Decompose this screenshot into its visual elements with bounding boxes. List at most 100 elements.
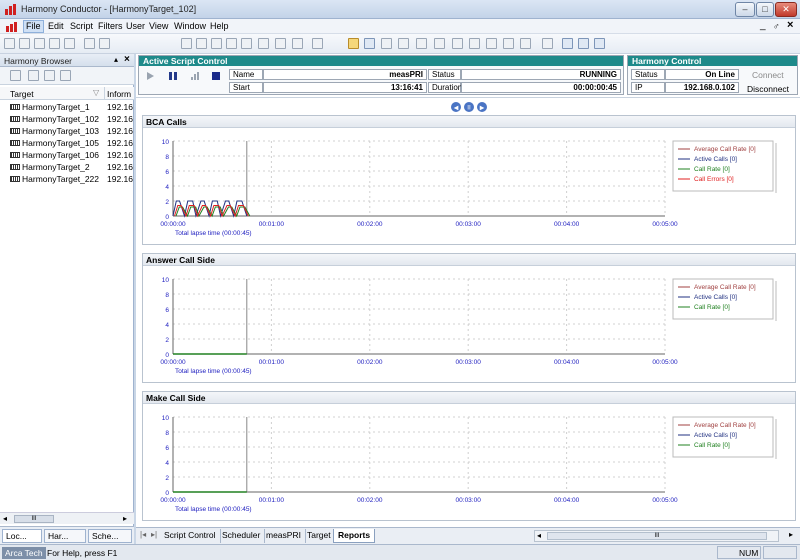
tool-5-icon[interactable]	[241, 38, 252, 49]
tab-scroll-right-icon[interactable]: ▸|	[151, 530, 157, 539]
mdi-minimize-button[interactable]: _	[760, 20, 766, 31]
target-row[interactable]: HarmonyTarget_102 192.16	[0, 113, 134, 125]
tool-3-icon[interactable]	[211, 38, 222, 49]
column-info[interactable]: Inform	[107, 89, 131, 99]
tool-18-icon[interactable]	[542, 38, 553, 49]
menu-window[interactable]: Window	[172, 21, 208, 32]
browse-tool-3-icon[interactable]	[44, 70, 55, 81]
mdi-restore-button[interactable]: ♂	[773, 21, 780, 31]
harmony-browser-title: Harmony Browser	[4, 56, 73, 66]
tool-14-icon[interactable]	[469, 38, 480, 49]
tab-local[interactable]: Loc...	[2, 529, 42, 543]
tool-9-icon[interactable]	[312, 38, 323, 49]
open-folder-icon[interactable]	[348, 38, 359, 49]
tool-15-icon[interactable]	[486, 38, 497, 49]
y-tick-label: 6	[165, 445, 169, 452]
bca-calls-chart: 0 2 4 6 8 10 00:00:00 00:01:00 00:02:00 00:03:00 0…	[160, 139, 777, 237]
browse-tool-1-icon[interactable]	[10, 70, 21, 81]
tab-scheduler[interactable]: Scheduler	[218, 529, 266, 543]
harmony-browser-panel: Harmony Browser ▴ × Target ▽ Inform Harm…	[0, 54, 134, 544]
tool-16-icon[interactable]	[503, 38, 514, 49]
legend-label: Call Errors [0]	[694, 176, 734, 183]
mdi-close-button[interactable]: ×	[787, 19, 793, 31]
sync-icon[interactable]	[364, 38, 375, 49]
legend-label: Call Rate [0]	[694, 304, 730, 311]
tool-4-icon[interactable]	[226, 38, 237, 49]
x-tick-label: 00:01:00	[259, 359, 285, 366]
target-row[interactable]: HarmonyTarget_1 192.16	[0, 101, 134, 113]
tab-scheduler[interactable]: Sche...	[88, 529, 132, 543]
legend-label: Average Call Rate [0]	[694, 422, 756, 429]
legend-label: Active Calls [0]	[694, 294, 737, 301]
scroll-right-icon[interactable]: ▸	[123, 514, 127, 523]
tab-measpri[interactable]: measPRI	[262, 529, 306, 543]
properties-icon[interactable]	[64, 38, 75, 49]
pin-icon[interactable]: ▴	[114, 55, 118, 64]
connect-button[interactable]: Connect	[752, 70, 784, 80]
status-bar: Arca Tech For Help, press F1 NUM	[0, 544, 800, 560]
target-row[interactable]: HarmonyTarget_105 192.16	[0, 137, 134, 149]
menu-edit[interactable]: Edit	[46, 21, 66, 32]
menu-user[interactable]: User	[124, 21, 147, 32]
left-horizontal-scrollbar[interactable]: ◂ III ▸	[0, 512, 134, 524]
layout-1-icon[interactable]	[562, 38, 573, 49]
tab-harmony[interactable]: Har...	[44, 529, 86, 543]
menu-view[interactable]: View	[147, 21, 170, 32]
target-row[interactable]: HarmonyTarget_103 192.16	[0, 125, 134, 137]
hscroll-right-icon[interactable]: ▸	[789, 530, 793, 539]
hscroll-left-icon[interactable]: ◂	[537, 531, 541, 540]
mdi-app-icon[interactable]	[6, 22, 18, 32]
hscroll-thumb[interactable]: III	[547, 532, 767, 540]
browse-tool-4-icon[interactable]	[60, 70, 71, 81]
maximize-button[interactable]: □	[756, 2, 774, 17]
tab-scroll-left-icon[interactable]: |◂	[140, 530, 146, 539]
tool-10-icon[interactable]	[381, 38, 392, 49]
panel-close-icon[interactable]: ×	[124, 54, 130, 65]
tool-1-icon[interactable]	[181, 38, 192, 49]
layout-3-icon[interactable]	[594, 38, 605, 49]
new-icon[interactable]	[4, 38, 15, 49]
tool-11-icon[interactable]	[416, 38, 427, 49]
layout-2-icon[interactable]	[578, 38, 589, 49]
menu-file[interactable]: File	[23, 20, 44, 33]
tab-reports[interactable]: Reports	[333, 529, 376, 543]
print-icon[interactable]	[99, 38, 110, 49]
legend-label: Active Calls [0]	[694, 156, 737, 163]
tool-2-icon[interactable]	[196, 38, 207, 49]
tab-script-control[interactable]: Script Control	[160, 529, 221, 543]
menu-filters[interactable]: Filters	[96, 21, 125, 32]
horizontal-scrollbar[interactable]: ◂ III	[534, 530, 779, 542]
y-tick-label: 6	[165, 169, 169, 176]
save-icon[interactable]	[84, 38, 95, 49]
target-row[interactable]: HarmonyTarget_106 192.16	[0, 149, 134, 161]
cut-icon[interactable]	[398, 38, 409, 49]
filter-icon[interactable]: ▽	[93, 88, 99, 97]
tool-12-icon[interactable]	[434, 38, 445, 49]
minimize-button[interactable]: –	[735, 2, 755, 17]
target-ip: 192.16	[107, 174, 133, 184]
target-row[interactable]: HarmonyTarget_2 192.16	[0, 161, 134, 173]
menu-help[interactable]: Help	[208, 21, 231, 32]
tool-13-icon[interactable]	[452, 38, 463, 49]
start-label: Start	[229, 82, 263, 93]
close-button[interactable]: ✕	[775, 2, 797, 17]
company-label: Arca Tech	[2, 547, 46, 559]
delete-doc-icon[interactable]	[49, 38, 60, 49]
open-doc-icon[interactable]	[19, 38, 30, 49]
tool-6-icon[interactable]	[258, 38, 269, 49]
disconnect-button[interactable]: Disconnect	[747, 84, 789, 94]
tool-17-icon[interactable]	[520, 38, 531, 49]
target-row[interactable]: HarmonyTarget_222 192.16	[0, 173, 134, 185]
x-tick-label: 00:02:00	[357, 221, 383, 228]
chart-nav-controls[interactable]: ◀ II ▶	[450, 101, 488, 113]
y-tick-label: 8	[165, 154, 169, 161]
tool-8-icon[interactable]	[292, 38, 303, 49]
scroll-thumb[interactable]: III	[14, 515, 54, 523]
doc-icon[interactable]	[34, 38, 45, 49]
browse-tool-2-icon[interactable]	[28, 70, 39, 81]
menu-script[interactable]: Script	[68, 21, 95, 32]
column-target[interactable]: Target	[10, 89, 34, 99]
tab-target[interactable]: Target	[303, 529, 336, 543]
scroll-left-icon[interactable]: ◂	[3, 514, 7, 523]
tool-7-icon[interactable]	[275, 38, 286, 49]
